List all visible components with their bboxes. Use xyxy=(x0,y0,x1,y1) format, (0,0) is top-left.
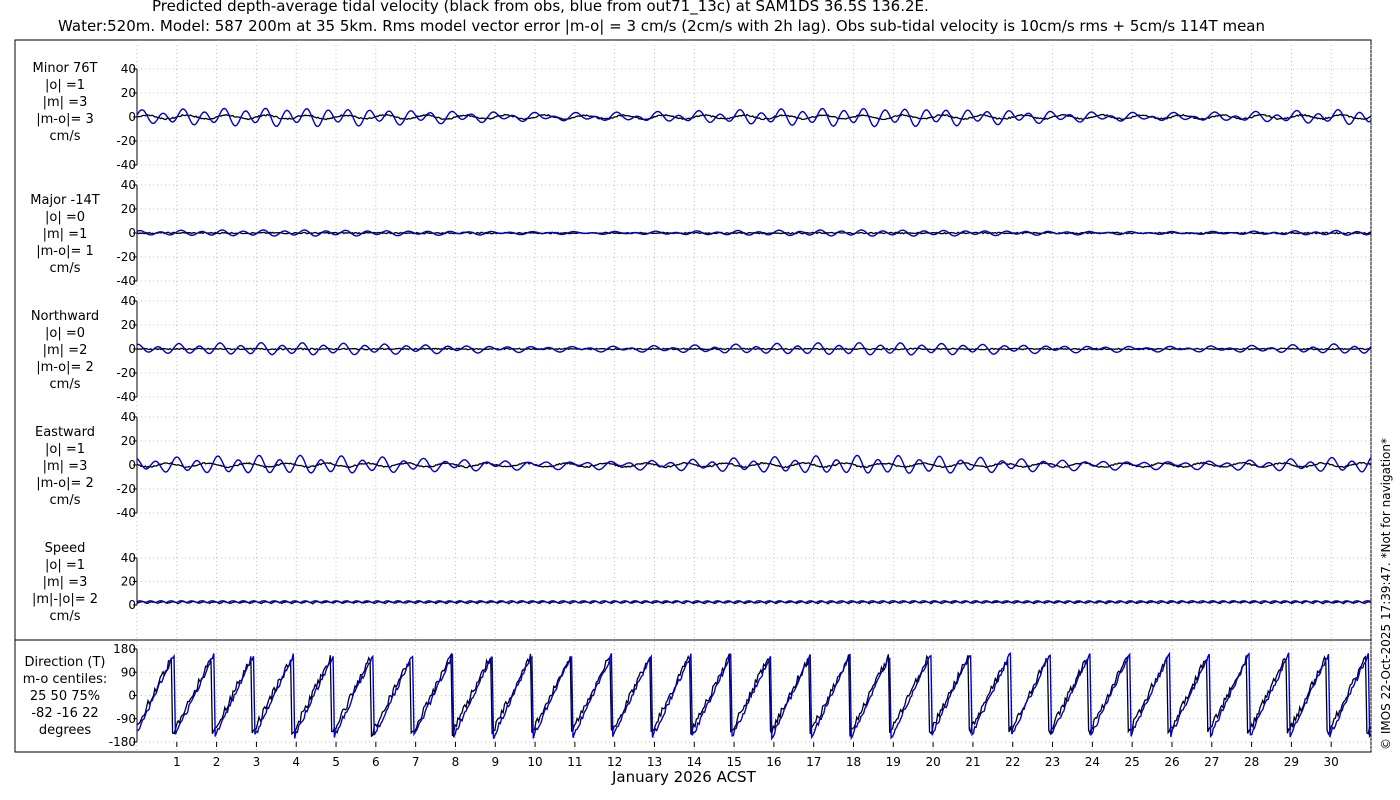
y-tick-label: 40 xyxy=(121,294,136,308)
x-tick-label: 17 xyxy=(806,755,821,769)
panel-label-line: Speed xyxy=(44,541,86,556)
x-tick-label: 2 xyxy=(213,755,221,769)
panel-label-line: cm/s xyxy=(49,493,81,508)
panel-label-line: Major -14T xyxy=(30,193,100,208)
x-tick-label: 4 xyxy=(292,755,300,769)
y-tick-label: 0 xyxy=(128,110,136,124)
panel-label-line: |m|-|o|= 2 xyxy=(31,592,99,607)
upper-frame xyxy=(14,39,1372,641)
x-tick-label: 14 xyxy=(687,755,702,769)
x-tick-label: 25 xyxy=(1125,755,1140,769)
x-tick-label: 13 xyxy=(647,755,662,769)
x-tick-label: 28 xyxy=(1244,755,1259,769)
x-tick-label: 9 xyxy=(491,755,499,769)
x-tick-label: 6 xyxy=(372,755,380,769)
x-axis-label: January 2026 ACST xyxy=(612,768,756,786)
panel-label-east: Eastward |o| =1 |m| =3 |m-o|= 2 cm/s xyxy=(5,424,125,509)
y-tick-label: -40 xyxy=(116,158,136,172)
panel-label-line: |m-o|= 1 xyxy=(36,244,94,259)
x-tick-label: 30 xyxy=(1324,755,1339,769)
panel-label-line: |o| =0 xyxy=(44,326,85,341)
panel-label-line: |o| =1 xyxy=(44,78,85,93)
panel-label-line: |m| =3 xyxy=(42,575,88,590)
tidal-velocity-figure: 1 2 3 4 5 6 7 8 9 10 11 12 13 14 15 16 17 18 19 20 21 22 23 24 2… xyxy=(14,39,1372,769)
x-tick-label: 26 xyxy=(1164,755,1179,769)
panel-label-line: |o| =1 xyxy=(44,442,85,457)
y-tick-label: 0 xyxy=(128,342,136,356)
panel-label-line: |o| =1 xyxy=(44,558,85,573)
panel-label-line: |o| =0 xyxy=(44,210,85,225)
panel-label-minor: Minor 76T |o| =1 |m| =3 |m-o|= 3 cm/s xyxy=(5,60,125,145)
panel-label-line: cm/s xyxy=(49,609,81,624)
panel-label-line: Eastward xyxy=(34,425,96,440)
panel-label-line: cm/s xyxy=(49,377,81,392)
y-tick-label: 40 xyxy=(121,410,136,424)
panel-label-line: |m| =3 xyxy=(42,459,88,474)
x-tick-label: 20 xyxy=(925,755,940,769)
x-tick-label: 10 xyxy=(527,755,542,769)
panel-label-line: cm/s xyxy=(49,129,81,144)
panel-label-line: -82 -16 22 xyxy=(31,706,99,721)
x-tick-label: 3 xyxy=(253,755,261,769)
panel-label-line: Minor 76T xyxy=(32,61,98,76)
x-tick-label: 15 xyxy=(726,755,741,769)
x-tick-label: 1 xyxy=(173,755,181,769)
x-tick-label: 5 xyxy=(332,755,340,769)
x-tick-label: 21 xyxy=(965,755,980,769)
x-tick-label: 8 xyxy=(452,755,460,769)
panel-label-north: Northward |o| =0 |m| =2 |m-o|= 2 cm/s xyxy=(5,308,125,393)
x-tick-label: 7 xyxy=(412,755,420,769)
y-tick-label: 0 xyxy=(128,226,136,240)
x-tick-label: 29 xyxy=(1284,755,1299,769)
y-tick-label: 0 xyxy=(128,689,136,703)
panel-label-line: Direction (T) xyxy=(24,655,106,670)
x-tick-label: 23 xyxy=(1045,755,1060,769)
y-tick-label: 40 xyxy=(121,178,136,192)
panel-label-line: |m| =3 xyxy=(42,95,88,110)
panel-label-line: |m| =1 xyxy=(42,227,88,242)
x-tick-label: 12 xyxy=(607,755,622,769)
panel-label-line: cm/s xyxy=(49,261,81,276)
panel-label-speed: Speed |o| =1 |m| =3 |m|-|o|= 2 cm/s xyxy=(5,540,125,625)
panel-label-line: m-o centiles: xyxy=(22,672,108,687)
model-series-line xyxy=(136,600,1372,604)
x-tick-label: 18 xyxy=(846,755,861,769)
panel-label-line: Northward xyxy=(30,309,100,324)
copyright-credit: © IMOS 22-Oct-2025 17:39:47. *Not for na… xyxy=(1379,438,1393,750)
x-tick-label: 22 xyxy=(1005,755,1020,769)
panel-label-line: degrees xyxy=(38,723,92,738)
panel-label-line: 25 50 75% xyxy=(29,689,101,704)
panel-label-major: Major -14T |o| =0 |m| =1 |m-o|= 1 cm/s xyxy=(5,192,125,277)
panel-label-line: |m| =2 xyxy=(42,343,88,358)
y-tick-label: 0 xyxy=(128,458,136,472)
x-tick-label: 27 xyxy=(1204,755,1219,769)
panel-label-direction: Direction (T) m-o centiles: 25 50 75% -82 -… xyxy=(5,654,125,739)
y-tick-label: 0 xyxy=(128,598,136,612)
x-tick-label: 24 xyxy=(1085,755,1100,769)
x-tick-label: 19 xyxy=(886,755,901,769)
panel-label-line: |m-o|= 2 xyxy=(36,360,94,375)
x-tick-label: 16 xyxy=(766,755,781,769)
x-tick-label: 11 xyxy=(567,755,582,769)
panel-label-line: |m-o|= 2 xyxy=(36,476,94,491)
panel-label-line: |m-o|= 3 xyxy=(36,112,94,127)
model-series-line xyxy=(136,229,1372,237)
